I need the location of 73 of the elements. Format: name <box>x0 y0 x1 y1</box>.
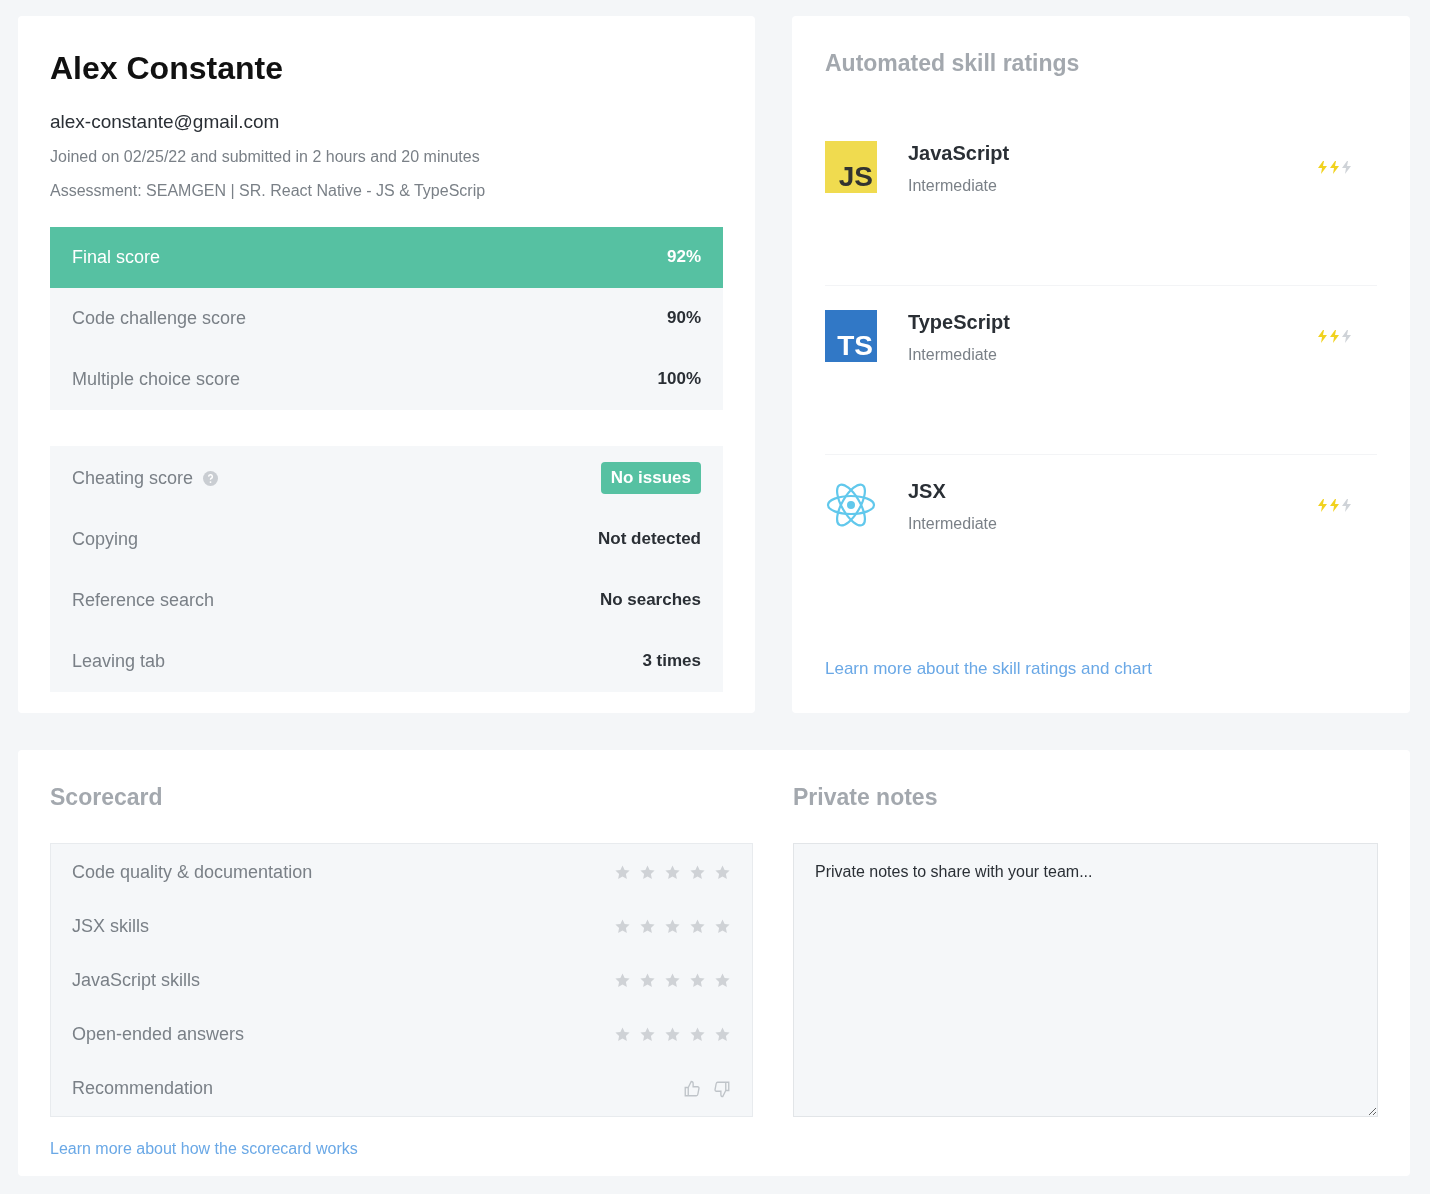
bolt-icon <box>1330 329 1339 343</box>
score-value: 92% <box>666 246 701 269</box>
criterion-label: Code quality & documentation <box>72 861 313 884</box>
criterion-label: JSX skills <box>72 915 149 938</box>
star-icon[interactable] <box>639 972 656 989</box>
bolt-icon <box>1330 160 1339 174</box>
star-icon[interactable] <box>664 864 681 881</box>
star-icon[interactable] <box>714 972 731 989</box>
star-rating[interactable] <box>614 918 731 935</box>
criterion-label: JavaScript skills <box>72 969 201 992</box>
star-rating[interactable] <box>614 972 731 989</box>
star-icon[interactable] <box>689 972 706 989</box>
star-icon[interactable] <box>639 918 656 935</box>
help-icon[interactable] <box>203 470 219 486</box>
skill-level: Intermediate <box>908 175 998 196</box>
score-label: Multiple choice score <box>72 367 241 391</box>
thumbs-up-icon[interactable] <box>683 1079 701 1098</box>
star-rating[interactable] <box>614 864 731 881</box>
cheating-row-value: Not detected <box>598 528 701 551</box>
bolt-icon <box>1342 160 1351 174</box>
skill-name: JSX <box>908 478 947 504</box>
javascript-logo: JS <box>825 140 877 193</box>
skills-title: Automated skill ratings <box>825 49 1081 78</box>
thumbs-down-icon[interactable] <box>713 1079 731 1098</box>
star-icon[interactable] <box>714 918 731 935</box>
candidate-name: Alex Constante <box>50 49 284 88</box>
star-icon[interactable] <box>689 864 706 881</box>
typescript-logo: TS <box>825 309 877 362</box>
score-value: 100% <box>657 368 701 391</box>
notes-title: Private notes <box>793 783 939 812</box>
bolt-icon <box>1318 498 1327 512</box>
bolt-icon <box>1342 498 1351 512</box>
notes-field[interactable]: Private notes to share with your team... <box>793 842 1378 1117</box>
assessment-text: Assessment: SEAMGEN | SR. React Native - JS & TypeScrip <box>50 180 487 201</box>
bolt-icon <box>1342 329 1351 343</box>
criterion-label: Recommendation <box>72 1077 214 1100</box>
star-icon[interactable] <box>664 918 681 935</box>
skill-level: Intermediate <box>908 513 998 534</box>
bolt-icon <box>1318 329 1327 343</box>
star-icon[interactable] <box>689 918 706 935</box>
star-icon[interactable] <box>689 1026 706 1043</box>
star-icon[interactable] <box>714 1026 731 1043</box>
star-icon[interactable] <box>714 864 731 881</box>
skill-name: JavaScript <box>908 140 1011 166</box>
star-rating[interactable] <box>614 1026 731 1043</box>
scorecard-link[interactable]: Learn more about how the scorecard works <box>50 1136 753 1161</box>
criterion-label: Open-ended answers <box>72 1023 245 1046</box>
cheating-row-label: Reference search <box>72 588 215 612</box>
score-label: Final score <box>72 245 161 269</box>
candidate-email: alex-constante@gmail.com <box>50 110 281 134</box>
star-icon[interactable] <box>639 864 656 881</box>
star-icon[interactable] <box>614 918 631 935</box>
skill-name: TypeScript <box>908 309 1011 335</box>
star-icon[interactable] <box>664 1026 681 1043</box>
bolt-icon <box>1318 160 1327 174</box>
score-value: 90% <box>666 307 701 330</box>
skills-link[interactable]: Learn more about the skill ratings and chart <box>825 655 1377 681</box>
cheating-row-value: No searches <box>599 589 701 612</box>
cheating-row-value: 3 times <box>642 650 701 673</box>
cheating-row-label: Leaving tab <box>72 649 166 673</box>
star-icon[interactable] <box>639 1026 656 1043</box>
cheating-label: Cheating score <box>72 466 194 490</box>
cheating-row-label: Copying <box>72 527 139 551</box>
star-icon[interactable] <box>614 1026 631 1043</box>
star-icon[interactable] <box>664 972 681 989</box>
bolt-icon <box>1330 498 1339 512</box>
skill-level: Intermediate <box>908 344 998 365</box>
star-icon[interactable] <box>614 864 631 881</box>
scorecard-title: Scorecard <box>50 783 164 812</box>
score-label: Code challenge score <box>72 306 247 330</box>
star-icon[interactable] <box>614 972 631 989</box>
joined-text: Joined on 02/25/22 and submitted in 2 hours and 20 minutes <box>50 146 481 167</box>
status-badge: No issues <box>600 462 701 494</box>
